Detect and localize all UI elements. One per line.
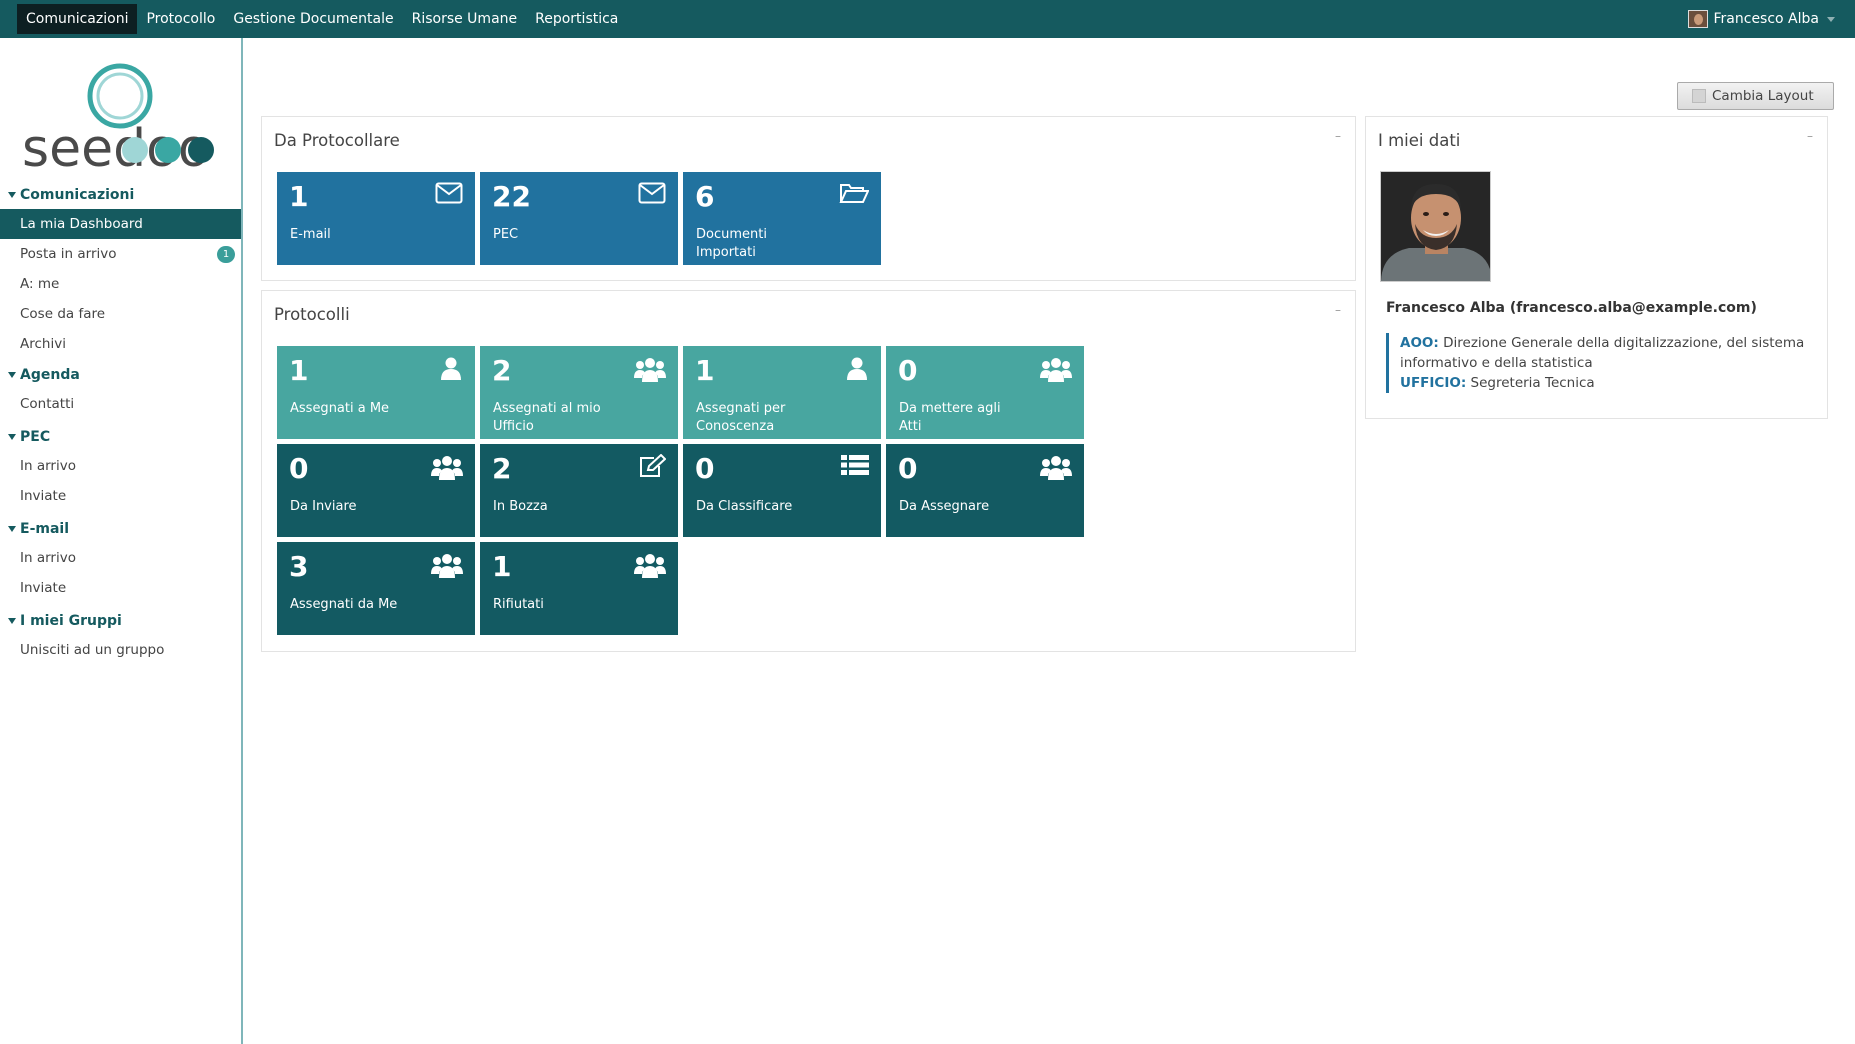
panel-miei-dati: I miei dati – Francesco Alba (francesco.… (1365, 116, 1828, 419)
tile-da-mettere-agli-atti[interactable]: 0 Da mettere agli Atti (886, 346, 1084, 439)
tile-assegnati-per-conoscenza[interactable]: 1 Assegnati per Conoscenza (683, 346, 881, 439)
seedoo-logo[interactable]: seedoo (0, 38, 243, 178)
panel-title: I miei dati (1378, 131, 1461, 150)
change-layout-button[interactable]: Cambia Layout (1677, 82, 1834, 110)
sidebar-item-unisciti-gruppo[interactable]: Unisciti ad un gruppo (0, 635, 241, 665)
users-icon (634, 554, 666, 578)
topnav-comunicazioni[interactable]: Comunicazioni (17, 4, 138, 34)
sidebar: seedoo Comunicazioni La mia Dashboard Po… (0, 38, 243, 1044)
minimize-button[interactable]: – (1335, 303, 1341, 317)
nav-section-title[interactable]: PEC (0, 423, 241, 451)
logo-graphic: seedoo (22, 63, 214, 172)
sidebar-item-email-in-arrivo[interactable]: In arrivo (0, 543, 241, 573)
users-icon (431, 456, 463, 480)
sidebar-item-pec-inviate[interactable]: Inviate (0, 481, 241, 511)
folder-open-icon (839, 184, 869, 203)
tile-da-inviare[interactable]: 0 Da Inviare (277, 444, 475, 537)
aoo-label: AOO: (1400, 335, 1439, 351)
topnav-protocollo[interactable]: Protocollo (137, 4, 224, 34)
nav-section-title[interactable]: I miei Gruppi (0, 607, 241, 635)
caret-down-icon (8, 434, 16, 440)
tile-da-assegnare[interactable]: 0 Da Assegnare (886, 444, 1084, 537)
user-icon (847, 357, 867, 380)
topnav-gestione-documentale[interactable]: Gestione Documentale (224, 4, 402, 34)
sidebar-item-contatti[interactable]: Contatti (0, 389, 241, 419)
sidebar-item-pec-in-arrivo[interactable]: In arrivo (0, 451, 241, 481)
tile-da-classificare[interactable]: 0 Da Classificare (683, 444, 881, 537)
users-icon (431, 554, 463, 578)
aoo-row: AOO: Direzione Generale della digitalizz… (1400, 333, 1806, 373)
profile-photo (1380, 171, 1491, 282)
sidebar-item-archivi[interactable]: Archivi (0, 329, 241, 359)
tile-email[interactable]: 1 E-mail (277, 172, 475, 265)
aoo-value: Direzione Generale della digitalizzazion… (1400, 335, 1805, 371)
tile-assegnati-al-mio-ufficio[interactable]: 2 Assegnati al mio Ufficio (480, 346, 678, 439)
tile-assegnati-a-me[interactable]: 1 Assegnati a Me (277, 346, 475, 439)
sidebar-item-dashboard[interactable]: La mia Dashboard (0, 209, 241, 239)
caret-down-icon (8, 618, 16, 624)
sidebar-item-posta-in-arrivo[interactable]: Posta in arrivo 1 (0, 239, 241, 269)
logo-text: seedoo (22, 119, 210, 172)
caret-down-icon (8, 526, 16, 532)
topnav-reportistica[interactable]: Reportistica (526, 4, 627, 34)
tile-documenti-importati[interactable]: 6 Documenti Importati (683, 172, 881, 265)
panel-protocolli: Protocolli – 1 Assegnati a Me 2 Assegnat… (261, 290, 1356, 652)
users-icon (634, 358, 666, 382)
sidebar-item-cose-da-fare[interactable]: Cose da fare (0, 299, 241, 329)
envelope-icon (638, 182, 666, 204)
sidebar-item-a-me[interactable]: A: me (0, 269, 241, 299)
ufficio-value: Segreteria Tecnica (1470, 375, 1595, 391)
ufficio-row: UFFICIO: Segreteria Tecnica (1400, 373, 1806, 393)
caret-down-icon (8, 372, 16, 378)
panel-da-protocollare: Da Protocollare – 1 E-mail 22 PEC 6 Docu… (261, 116, 1356, 281)
nav-section-title[interactable]: Comunicazioni (0, 181, 241, 209)
minimize-button[interactable]: – (1807, 129, 1813, 143)
user-icon (441, 357, 461, 380)
tile-rifiutati[interactable]: 1 Rifiutati (480, 542, 678, 635)
sidebar-item-email-inviate[interactable]: Inviate (0, 573, 241, 603)
panel-title: Protocolli (274, 305, 350, 324)
count-badge: 1 (217, 246, 235, 263)
user-menu[interactable]: Francesco Alba (1687, 0, 1835, 38)
top-navbar: Comunicazioni Protocollo Gestione Docume… (0, 0, 1855, 38)
ufficio-label: UFFICIO: (1400, 375, 1467, 391)
nav-section-title[interactable]: Agenda (0, 361, 241, 389)
user-avatar (1687, 10, 1708, 28)
minimize-button[interactable]: – (1335, 129, 1341, 143)
users-icon (1040, 456, 1072, 480)
tile-pec[interactable]: 22 PEC (480, 172, 678, 265)
panel-title: Da Protocollare (274, 131, 400, 150)
envelope-icon (435, 182, 463, 204)
tile-assegnati-da-me[interactable]: 3 Assegnati da Me (277, 542, 475, 635)
layout-icon (1692, 89, 1706, 103)
caret-down-icon (8, 192, 16, 198)
user-name: Francesco Alba (1713, 11, 1820, 27)
nav-section-email: E-mail In arrivo Inviate (0, 515, 241, 603)
nav-section-gruppi: I miei Gruppi Unisciti ad un gruppo (0, 607, 241, 665)
profile-info: AOO: Direzione Generale della digitalizz… (1386, 333, 1806, 393)
users-icon (1040, 358, 1072, 382)
nav-section-agenda: Agenda Contatti (0, 361, 241, 419)
top-nav: Comunicazioni Protocollo Gestione Docume… (0, 0, 627, 38)
list-icon (841, 455, 869, 475)
chevron-down-icon (1827, 16, 1835, 22)
nav-section-comunicazioni: Comunicazioni La mia Dashboard Posta in … (0, 181, 241, 359)
nav-section-pec: PEC In arrivo Inviate (0, 423, 241, 511)
nav-section-title[interactable]: E-mail (0, 515, 241, 543)
topnav-risorse-umane[interactable]: Risorse Umane (403, 4, 527, 34)
profile-name-email: Francesco Alba (francesco.alba@example.c… (1386, 300, 1757, 316)
edit-icon (640, 454, 666, 477)
tile-in-bozza[interactable]: 2 In Bozza (480, 444, 678, 537)
